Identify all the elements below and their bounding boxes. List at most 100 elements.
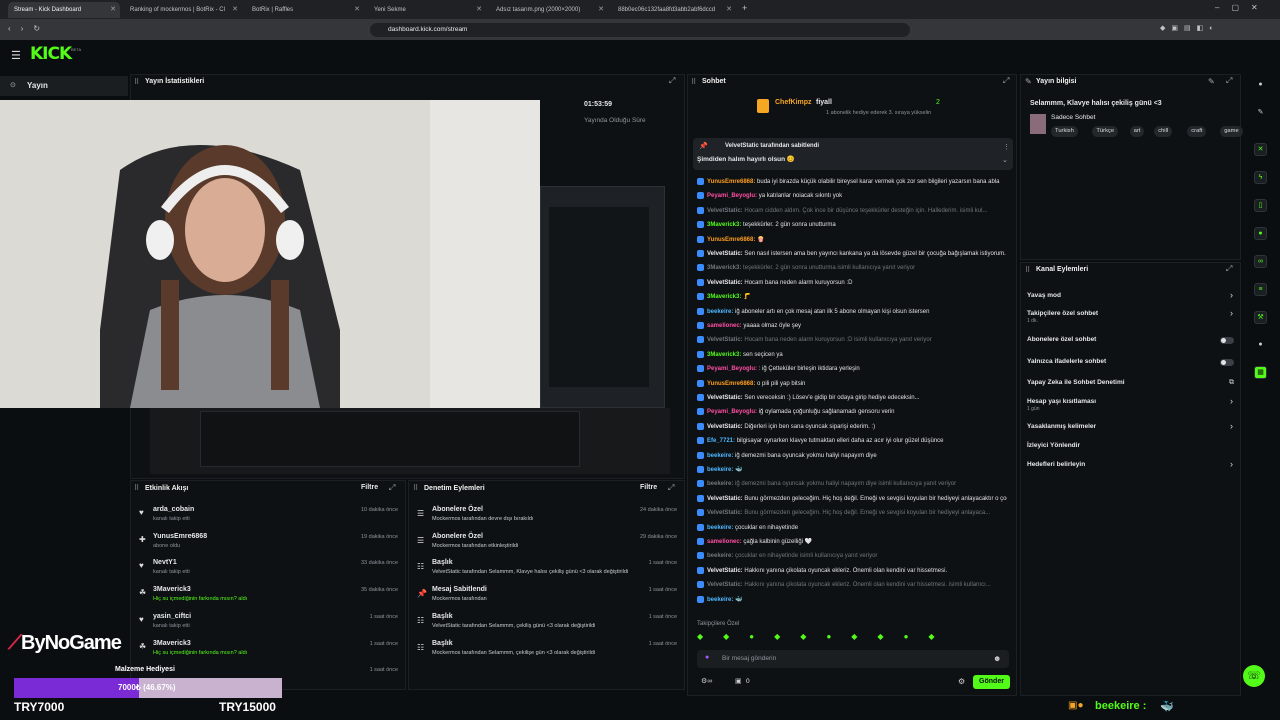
crosshair-icon[interactable]: ✕ xyxy=(1254,143,1267,156)
close-icon[interactable]: ✕ xyxy=(354,2,360,18)
chat-message[interactable]: YunusEmre6868: buda iyi birazda küçük ol… xyxy=(697,178,1007,186)
new-tab-icon[interactable]: + xyxy=(742,3,747,13)
channel-action-label[interactable]: Yavaş mod xyxy=(1027,292,1061,299)
chat-username[interactable]: beekeire: xyxy=(707,467,733,473)
chat-username[interactable]: Efe_7721: xyxy=(707,438,735,444)
close-icon[interactable]: ✕ xyxy=(598,2,604,18)
channel-action-label[interactable]: Takipçilere özel sohbet xyxy=(1027,310,1098,317)
nav-arrows-icon[interactable]: ‹›↻ xyxy=(8,24,50,33)
link-icon[interactable]: ∞ xyxy=(1254,255,1267,268)
tag-pill[interactable]: Türkçe xyxy=(1092,126,1119,137)
chat-message[interactable]: beekeire: çocuklar en nihayetinde xyxy=(697,523,1007,532)
chat-username[interactable]: VelvetStatic: xyxy=(707,496,743,502)
extension-icons[interactable]: ◆▣▤◧◐ xyxy=(1160,24,1260,36)
popout-icon[interactable]: ⤢ xyxy=(1226,264,1232,274)
chat-message[interactable]: samelionec: yaaaa olmaz öyle şey xyxy=(697,322,1007,330)
chat-username[interactable]: samelionec: xyxy=(707,539,742,545)
toggle-switch[interactable] xyxy=(1220,337,1234,344)
chat-message[interactable]: beekeire: iğ demezmi bana oyuncak yokmu … xyxy=(697,451,1007,460)
drag-handle-icon[interactable]: ⠿ xyxy=(1025,266,1030,274)
edit-icon[interactable]: ✎ xyxy=(1254,107,1267,120)
popout-icon[interactable]: ⤢ xyxy=(1003,76,1009,86)
browser-tab[interactable]: Adsız tasarım.png (2000×2000) ✕ xyxy=(490,2,608,18)
chat-message[interactable]: Peyami_Beyoglu: : iğ Çetteküler birleşin… xyxy=(697,365,1007,373)
browser-tab[interactable]: BotRix | Raffles ✕ xyxy=(246,2,364,18)
chevron-right-icon[interactable]: › xyxy=(1230,421,1233,431)
chat-message[interactable]: VelvetStatic: Sen vereceksin :) Lösev'e … xyxy=(697,394,1007,402)
window-controls[interactable]: –▢✕ xyxy=(1215,3,1270,12)
chat-message[interactable]: VelvetStatic: Hocam bana neden alarm kur… xyxy=(697,278,1007,287)
browser-tab[interactable]: Ranking of mockermos | BotRix - Cl ✕ xyxy=(124,2,242,18)
chat-message[interactable]: VelvetStatic: Hakkını yanına çikolata oy… xyxy=(697,581,1007,589)
top-gifter-name[interactable]: ChefKimpz xyxy=(775,99,812,106)
chat-message[interactable]: 3Maverick3: teşekkürler. 2 gün sonra unu… xyxy=(697,264,1007,272)
url-field[interactable]: dashboard.kick.com/stream xyxy=(370,23,910,37)
chat-username[interactable]: beekeire: xyxy=(707,597,733,603)
chat-message[interactable]: VelvetStatic: Bunu görmezden geleceğim. … xyxy=(697,494,1007,503)
chat-username[interactable]: VelvetStatic: xyxy=(707,582,743,588)
chat-username[interactable]: Peyami_Beyoglu: xyxy=(707,193,757,199)
chat-username[interactable]: VelvetStatic: xyxy=(707,280,743,286)
chat-username[interactable]: YunusEmre6868: xyxy=(707,179,755,185)
sliders-icon[interactable]: ≡ xyxy=(1254,283,1267,296)
chat-message[interactable]: samelionec: çağla kalbinin güzelliği 🤍 xyxy=(697,538,1007,546)
chat-message[interactable]: Peyami_Beyoglu: ya katılanlar noiacak sı… xyxy=(697,192,1007,200)
chat-username[interactable]: 3Maverick3: xyxy=(707,265,741,271)
chat-username[interactable]: samelionec: xyxy=(707,323,742,329)
menu-icon[interactable]: ☰ xyxy=(11,49,21,62)
chat-message[interactable]: 3Maverick3: 🦵 xyxy=(697,293,1007,301)
info-icon[interactable]: ● xyxy=(1254,79,1267,92)
popout-icon[interactable]: ⤢ xyxy=(1226,76,1232,86)
chat-message[interactable]: 3Maverick3: sen seçicen ya xyxy=(697,350,1007,359)
emote-bar[interactable]: ◆◆●◆◆●◆◆●◆ xyxy=(697,632,1012,644)
chat-message[interactable]: 3Maverick3: teşekkürler. 2 gün sonra unu… xyxy=(697,221,1007,229)
category-name[interactable]: Sadece Sohbet xyxy=(1051,114,1095,121)
chat-username[interactable]: beekeire: xyxy=(707,453,733,459)
activity-filter-button[interactable]: Filtre xyxy=(361,484,378,491)
chat-username[interactable]: 3Maverick3: xyxy=(707,352,741,358)
pinned-message[interactable]: 📌 VelvetStatic tarafından sabitlendi Şim… xyxy=(693,138,1013,170)
more-icon[interactable]: ⋮ xyxy=(1003,143,1010,151)
chevron-down-icon[interactable]: ⌄ xyxy=(1002,156,1008,164)
chat-message[interactable]: VelvetStatic: Bunu görmezden geleceğim. … xyxy=(697,509,1007,517)
wrench-icon[interactable]: ⚒ xyxy=(1254,311,1267,324)
kick-logo[interactable]: KICK xyxy=(30,44,72,64)
page-icon[interactable]: ▯ xyxy=(1254,199,1267,212)
popout-icon[interactable]: ⤢ xyxy=(668,483,674,493)
tag-pill[interactable]: craft xyxy=(1187,126,1207,137)
chat-username[interactable]: beekeire: xyxy=(707,525,733,531)
channel-action-label[interactable]: Yapay Zeka ile Sohbet Denetimi xyxy=(1027,379,1125,386)
chat-username[interactable]: VelvetStatic: xyxy=(707,337,743,343)
close-icon[interactable]: ✕ xyxy=(110,2,116,18)
activity-name[interactable]: 3Maverick3 xyxy=(153,640,191,647)
popout-icon[interactable]: ⤢ xyxy=(389,483,395,493)
activity-name[interactable]: 3Maverick3 xyxy=(153,586,191,593)
emoji-icon[interactable]: ☻ xyxy=(993,654,1001,663)
chevron-right-icon[interactable]: › xyxy=(1230,290,1233,300)
browser-tab-active[interactable]: Stream - Kick Dashboard ✕ xyxy=(8,2,120,18)
close-icon[interactable]: ✕ xyxy=(726,2,732,18)
chat-username[interactable]: VelvetStatic: xyxy=(707,510,743,516)
chat-username[interactable]: VelvetStatic: xyxy=(707,568,743,574)
chevron-right-icon[interactable]: › xyxy=(1230,459,1233,469)
channel-action-label[interactable]: Abonelere özel sohbet xyxy=(1027,336,1096,343)
chat-username[interactable]: VelvetStatic: xyxy=(707,424,743,430)
channel-action-label[interactable]: Hesap yaşı kısıtlaması xyxy=(1027,398,1096,405)
activity-name[interactable]: arda_cobain xyxy=(153,506,194,513)
toggle-switch[interactable] xyxy=(1220,359,1234,366)
chat-message[interactable]: VelvetStatic: Diğerleri için ben sana oy… xyxy=(697,422,1007,431)
chat-message[interactable]: beekeire: 🐳 xyxy=(697,595,1007,604)
channel-action-label[interactable]: Yalnızca ifadelerle sohbet xyxy=(1027,358,1106,365)
chat-settings-icon[interactable]: ⚙∞ xyxy=(701,677,712,685)
tag-pill[interactable]: art xyxy=(1129,126,1145,137)
edit-icon[interactable]: ✎ xyxy=(1208,77,1215,86)
popout-icon[interactable]: ⤢ xyxy=(669,76,675,86)
chat-username[interactable]: YunusEmre6868: xyxy=(707,237,755,243)
chat-username[interactable]: beekeire: xyxy=(707,481,733,487)
chat-message[interactable]: beekeire: iğ aboneler artı en çok mesaj … xyxy=(697,307,1007,316)
tag-pill[interactable]: Turkish xyxy=(1051,126,1078,137)
bolt-icon[interactable]: ϟ xyxy=(1254,171,1267,184)
chat-username[interactable]: beekeire: xyxy=(707,553,733,559)
chat-message[interactable]: Peyami_Beyoglu: iğ oylamada çoğunluğu sa… xyxy=(697,408,1007,416)
chat-username[interactable]: 3Maverick3: xyxy=(707,294,741,300)
